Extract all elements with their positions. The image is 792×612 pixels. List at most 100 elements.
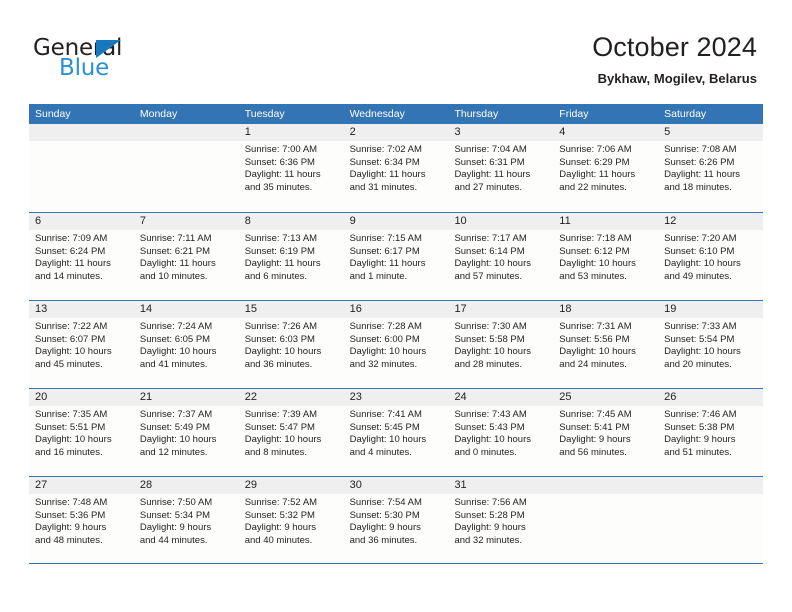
calendar-day-cell[interactable]: 21 Sunrise: 7:37 AM Sunset: 5:49 PM Dayligh… — [133, 389, 239, 476]
sunrise-text: Sunrise: 7:35 AM — [35, 409, 108, 420]
daylight-text-line2: and 57 minutes. — [454, 270, 523, 282]
daylight-text-line1: Daylight: 11 hours — [349, 258, 426, 270]
sunrise-text: Sunrise: 7:50 AM — [139, 497, 213, 508]
calendar-day-cell[interactable]: 30 Sunrise: 7:54 AM Sunset: 5:30 PM Dayligh… — [343, 477, 449, 563]
day-details: Sunrise: 7:06 AM Sunset: 6:29 PM Daylight:… — [553, 141, 658, 194]
sunset-text: Sunset: 6:34 PM — [349, 156, 420, 168]
daylight-text-line2: and 1 minute. — [349, 270, 408, 282]
daylight-text-line2: and 27 minutes. — [454, 181, 523, 193]
day-number: 14 — [133, 301, 239, 318]
daylight-text-line2: and 36 minutes. — [349, 534, 418, 546]
general-blue-logo[interactable]: General Blue — [33, 37, 213, 83]
daylight-text-line1: Daylight: 9 hours — [664, 434, 736, 446]
calendar-day-cell[interactable]: 15 Sunrise: 7:26 AM Sunset: 6:03 PM Dayligh… — [238, 301, 344, 388]
calendar-day-cell[interactable]: 5 Sunrise: 7:08 AM Sunset: 6:26 PM Daylight… — [658, 124, 764, 212]
day-details: Sunrise: 7:08 AM Sunset: 6:26 PM Daylight:… — [658, 141, 763, 194]
calendar-day-cell[interactable]: 14 Sunrise: 7:24 AM Sunset: 6:05 PM Dayligh… — [133, 301, 239, 388]
calendar-day-cell[interactable]: 2 Sunrise: 7:02 AM Sunset: 6:34 PM Daylight… — [343, 124, 449, 212]
day-details: Sunrise: 7:46 AM Sunset: 5:38 PM Daylight:… — [658, 406, 763, 459]
calendar-day-cell[interactable]: 19 Sunrise: 7:33 AM Sunset: 5:54 PM Dayligh… — [658, 301, 764, 388]
calendar-day-cell[interactable]: 3 Sunrise: 7:04 AM Sunset: 6:31 PM Daylight… — [448, 124, 554, 212]
calendar-day-cell[interactable]: 29 Sunrise: 7:52 AM Sunset: 5:32 PM Dayligh… — [238, 477, 344, 563]
daylight-text-line1: Daylight: 9 hours — [349, 522, 421, 534]
calendar-day-cell[interactable]: 28 Sunrise: 7:50 AM Sunset: 5:34 PM Dayligh… — [133, 477, 239, 563]
daylight-text-line2: and 14 minutes. — [35, 270, 103, 282]
page-header: General Blue October 2024 Bykhaw, Mogile… — [0, 0, 792, 100]
calendar-day-cell[interactable]: 25 Sunrise: 7:45 AM Sunset: 5:41 PM Dayligh… — [553, 389, 659, 476]
calendar-day-cell[interactable]: 10 Sunrise: 7:17 AM Sunset: 6:14 PM Dayligh… — [448, 213, 554, 300]
sunrise-text: Sunrise: 7:06 AM — [559, 144, 632, 155]
day-details: Sunrise: 7:13 AM Sunset: 6:19 PM Daylight:… — [239, 230, 344, 283]
daylight-text-line2: and 32 minutes. — [349, 358, 418, 370]
sunrise-text: Sunrise: 7:04 AM — [454, 144, 527, 155]
day-number — [658, 477, 764, 494]
day-number: 27 — [29, 477, 134, 494]
day-number: 4 — [553, 124, 659, 141]
sunrise-text: Sunrise: 7:13 AM — [244, 233, 318, 244]
daylight-text-line1: Daylight: 11 hours — [559, 169, 636, 181]
calendar-day-cell[interactable]: 16 Sunrise: 7:28 AM Sunset: 6:00 PM Dayligh… — [343, 301, 449, 388]
day-number: 13 — [29, 301, 134, 318]
day-details: Sunrise: 7:39 AM Sunset: 5:47 PM Daylight:… — [239, 406, 344, 459]
calendar-day-cell[interactable]: 11 Sunrise: 7:18 AM Sunset: 6:12 PM Dayligh… — [553, 213, 659, 300]
sunset-text: Sunset: 6:12 PM — [559, 245, 630, 257]
sunset-text: Sunset: 6:26 PM — [664, 156, 735, 168]
calendar-day-cell[interactable]: 31 Sunrise: 7:56 AM Sunset: 5:28 PM Dayligh… — [448, 477, 554, 563]
sunset-text: Sunset: 6:00 PM — [349, 333, 420, 345]
calendar-day-cell[interactable]: 1 Sunrise: 7:00 AM Sunset: 6:36 PM Daylight… — [238, 124, 344, 212]
weekday-header-row: Sunday Monday Tuesday Wednesday Thursday Frid… — [29, 104, 763, 124]
daylight-text-line1: Daylight: 10 hours — [664, 346, 741, 358]
calendar-day-cell[interactable]: 7 Sunrise: 7:11 AM Sunset: 6:21 PM Daylight… — [133, 213, 239, 300]
day-details: Sunrise: 7:41 AM Sunset: 5:45 PM Daylight:… — [344, 406, 449, 459]
sunrise-text: Sunrise: 7:20 AM — [664, 233, 737, 244]
daylight-text-line1: Daylight: 11 hours — [349, 169, 426, 181]
sunset-text: Sunset: 6:24 PM — [35, 245, 106, 257]
weekday-header-friday: Friday — [559, 108, 589, 120]
calendar-day-cell[interactable]: 27 Sunrise: 7:48 AM Sunset: 5:36 PM Dayligh… — [29, 477, 134, 563]
calendar-day-cell[interactable]: 24 Sunrise: 7:43 AM Sunset: 5:43 PM Dayligh… — [448, 389, 554, 476]
calendar-day-cell[interactable]: 22 Sunrise: 7:39 AM Sunset: 5:47 PM Dayligh… — [238, 389, 344, 476]
calendar-day-cell[interactable]: 13 Sunrise: 7:22 AM Sunset: 6:07 PM Dayligh… — [29, 301, 134, 388]
calendar-day-cell[interactable]: 26 Sunrise: 7:46 AM Sunset: 5:38 PM Dayligh… — [658, 389, 764, 476]
calendar-day-cell[interactable]: 8 Sunrise: 7:13 AM Sunset: 6:19 PM Daylight… — [238, 213, 344, 300]
day-number: 1 — [238, 124, 344, 141]
calendar-day-cell[interactable]: 20 Sunrise: 7:35 AM Sunset: 5:51 PM Dayligh… — [29, 389, 134, 476]
day-details: Sunrise: 7:02 AM Sunset: 6:34 PM Daylight:… — [344, 141, 449, 194]
calendar-day-cell[interactable]: 9 Sunrise: 7:15 AM Sunset: 6:17 PM Daylight… — [343, 213, 449, 300]
sunrise-text: Sunrise: 7:00 AM — [244, 144, 318, 155]
sunrise-text: Sunrise: 7:28 AM — [349, 321, 422, 332]
day-number: 23 — [343, 389, 449, 406]
daylight-text-line1: Daylight: 10 hours — [664, 258, 741, 270]
day-details: Sunrise: 7:45 AM Sunset: 5:41 PM Daylight:… — [553, 406, 658, 459]
day-number: 3 — [448, 124, 554, 141]
daylight-text-line1: Daylight: 9 hours — [559, 434, 631, 446]
day-number: 17 — [448, 301, 554, 318]
daylight-text-line2: and 53 minutes. — [559, 270, 627, 282]
sunrise-text: Sunrise: 7:37 AM — [139, 409, 213, 420]
daylight-text-line2: and 36 minutes. — [244, 358, 313, 370]
page-subtitle: Bykhaw, Mogilev, Belarus — [597, 71, 757, 87]
sunset-text: Sunset: 5:49 PM — [139, 421, 211, 433]
calendar-week-row: 13 Sunrise: 7:22 AM Sunset: 6:07 PM Dayligh… — [29, 300, 764, 388]
day-number: 29 — [238, 477, 344, 494]
calendar-week-row: 27 Sunrise: 7:48 AM Sunset: 5:36 PM Dayligh… — [29, 476, 764, 564]
sunrise-text: Sunrise: 7:30 AM — [454, 321, 527, 332]
daylight-text-line1: Daylight: 11 hours — [454, 169, 531, 181]
calendar-day-cell[interactable]: 12 Sunrise: 7:20 AM Sunset: 6:10 PM Dayligh… — [658, 213, 764, 300]
day-number: 16 — [343, 301, 449, 318]
daylight-text-line1: Daylight: 9 hours — [35, 522, 107, 534]
calendar-day-cell[interactable]: 18 Sunrise: 7:31 AM Sunset: 5:56 PM Dayligh… — [553, 301, 659, 388]
sunset-text: Sunset: 5:47 PM — [244, 421, 315, 433]
sunset-text: Sunset: 6:29 PM — [559, 156, 630, 168]
day-details: Sunrise: 7:43 AM Sunset: 5:43 PM Daylight:… — [448, 406, 553, 459]
daylight-text-line2: and 51 minutes. — [664, 446, 732, 458]
day-details: Sunrise: 7:04 AM Sunset: 6:31 PM Daylight:… — [448, 141, 553, 194]
day-details: Sunrise: 7:48 AM Sunset: 5:36 PM Daylight:… — [29, 494, 134, 547]
calendar-day-cell[interactable]: 4 Sunrise: 7:06 AM Sunset: 6:29 PM Daylight… — [553, 124, 659, 212]
daylight-text-line2: and 24 minutes. — [559, 358, 627, 370]
daylight-text-line1: Daylight: 10 hours — [35, 346, 112, 358]
sunset-text: Sunset: 6:14 PM — [454, 245, 525, 257]
calendar-day-cell[interactable]: 17 Sunrise: 7:30 AM Sunset: 5:58 PM Dayligh… — [448, 301, 554, 388]
calendar-day-cell[interactable]: 6 Sunrise: 7:09 AM Sunset: 6:24 PM Daylight… — [29, 213, 134, 300]
calendar-day-cell[interactable]: 23 Sunrise: 7:41 AM Sunset: 5:45 PM Dayligh… — [343, 389, 449, 476]
